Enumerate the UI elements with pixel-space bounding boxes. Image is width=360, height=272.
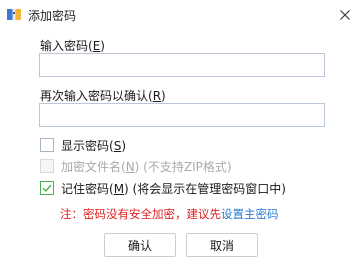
show-password-label: 显示密码(S) (61, 137, 126, 154)
remember-password-label-text: 记住密码( (61, 181, 114, 196)
show-password-label-text: 显示密码( (61, 138, 114, 153)
show-password-option[interactable]: 显示密码(S) (40, 136, 126, 154)
show-password-label-end: ) (121, 138, 126, 153)
password-label-end: ) (100, 39, 105, 53)
encrypt-filenames-label-key: N (125, 159, 135, 174)
encrypt-filenames-option: 加密文件名(N) (不支持ZIP格式) (40, 157, 232, 175)
security-note-text: 注：密码没有安全加密，建议先 (60, 207, 221, 221)
security-note: 注：密码没有安全加密，建议先设置主密码 (60, 206, 279, 222)
password-label-text: 输入密码( (40, 39, 93, 53)
remember-password-checkbox[interactable] (40, 181, 54, 195)
title-bar: 添加密码 (0, 0, 360, 30)
remember-password-label-end: ) (将会显示在管理密码窗口中) (124, 181, 286, 196)
show-password-checkbox[interactable] (40, 138, 54, 152)
remember-password-label: 记住密码(M) (将会显示在管理密码窗口中) (61, 180, 286, 197)
confirm-label-key: R (152, 89, 162, 103)
confirm-password-input[interactable] (39, 103, 325, 127)
password-label: 输入密码(E) (40, 37, 105, 54)
encrypt-filenames-label-text: 加密文件名( (61, 159, 126, 174)
encrypt-filenames-checkbox (40, 159, 54, 173)
confirm-label-text: 再次输入密码以确认( (40, 89, 153, 103)
encrypt-filenames-label: 加密文件名(N) (不支持ZIP格式) (61, 158, 232, 175)
password-input[interactable] (39, 53, 325, 77)
remember-password-label-key: M (113, 181, 125, 196)
ok-button[interactable]: 确认 (104, 233, 176, 257)
encrypt-filenames-label-end: ) (不支持ZIP格式) (134, 159, 232, 174)
confirm-password-label: 再次输入密码以确认(R) (40, 87, 166, 104)
confirm-label-end: ) (161, 89, 166, 103)
close-button[interactable] (330, 0, 360, 30)
cancel-button[interactable]: 取消 (186, 233, 258, 257)
remember-password-option[interactable]: 记住密码(M) (将会显示在管理密码窗口中) (40, 179, 286, 197)
window-title: 添加密码 (28, 9, 77, 23)
checkmark-icon (42, 184, 52, 193)
close-icon (340, 10, 350, 20)
archive-icon (7, 9, 21, 20)
set-master-password-link[interactable]: 设置主密码 (221, 207, 279, 221)
